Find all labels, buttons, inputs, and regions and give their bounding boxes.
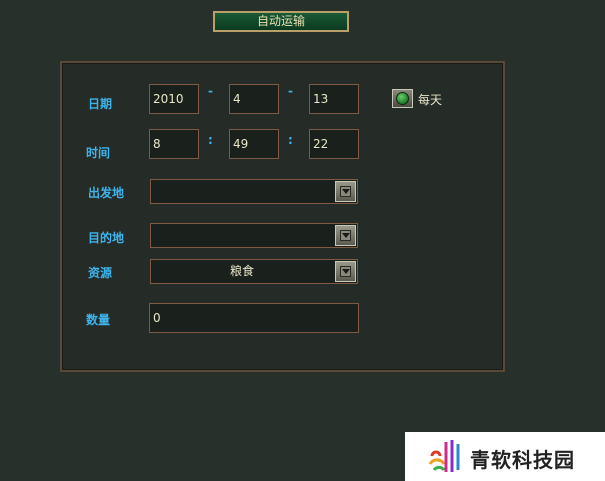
time-hour-input[interactable]: [149, 129, 199, 159]
time-label: 时间: [86, 146, 111, 160]
watermark-logo-icon: [428, 440, 460, 472]
checked-indicator-icon: [396, 92, 409, 105]
time-minute-input[interactable]: [229, 129, 279, 159]
origin-label: 出发地: [88, 186, 125, 200]
resource-select[interactable]: 粮食: [150, 259, 358, 284]
destination-dropdown-button[interactable]: [335, 225, 356, 246]
chevron-down-icon: [340, 230, 351, 241]
time-separator: :: [208, 133, 213, 147]
resource-label: 资源: [88, 266, 113, 280]
title-button[interactable]: 自动运输: [213, 11, 349, 32]
date-day-input[interactable]: [309, 84, 359, 114]
date-year-input[interactable]: [149, 84, 199, 114]
quantity-input[interactable]: [149, 303, 359, 333]
date-separator: -: [288, 84, 293, 98]
destination-select[interactable]: [150, 223, 358, 248]
date-month-input[interactable]: [229, 84, 279, 114]
chevron-down-icon: [340, 186, 351, 197]
watermark-text: 青软科技园: [470, 448, 575, 472]
date-separator: -: [208, 84, 213, 98]
resource-value: 粮食: [229, 264, 254, 278]
daily-label: 每天: [418, 93, 443, 107]
daily-checkbox[interactable]: [392, 89, 413, 108]
quantity-label: 数量: [86, 313, 111, 327]
chevron-down-icon: [340, 266, 351, 277]
time-second-input[interactable]: [309, 129, 359, 159]
resource-dropdown-button[interactable]: [335, 261, 356, 282]
date-label: 日期: [88, 97, 113, 111]
time-separator: :: [288, 133, 293, 147]
destination-label: 目的地: [88, 231, 125, 245]
origin-select[interactable]: [150, 179, 358, 204]
origin-dropdown-button[interactable]: [335, 181, 356, 202]
